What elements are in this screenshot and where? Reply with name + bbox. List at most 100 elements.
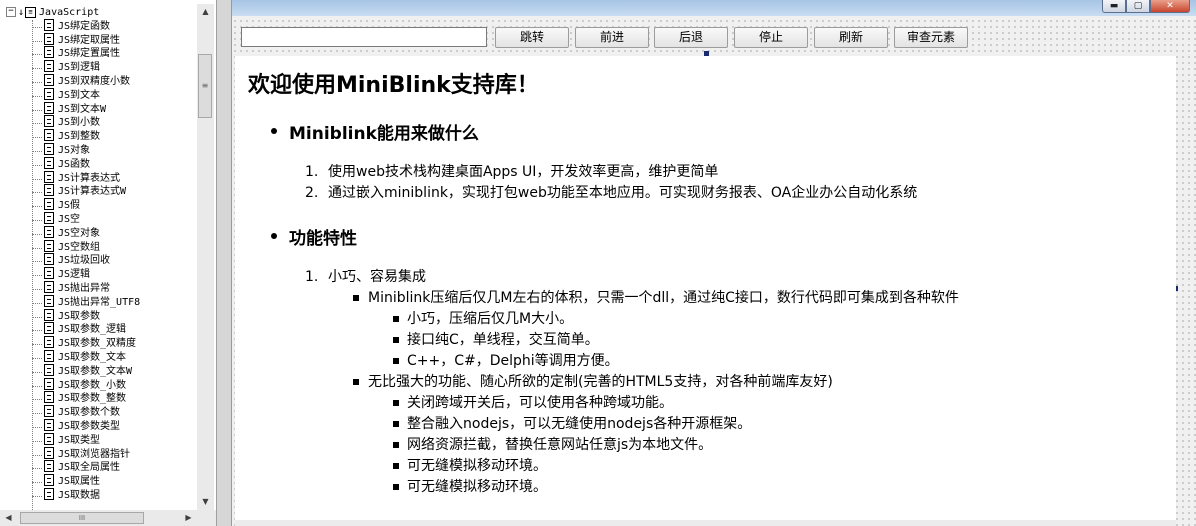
tree-item[interactable]: JS取全局属性 <box>0 460 196 475</box>
tree-item-label: JS逻辑 <box>58 269 91 281</box>
tree-item[interactable]: JS抛出异常_UTF8 <box>0 294 196 310</box>
tree-item[interactable]: JS取浏览器指针 <box>0 446 196 462</box>
tree-item[interactable]: JS空数组 <box>0 239 196 255</box>
tree-item-label: JS计算表达式W <box>58 186 127 198</box>
maximize-icon[interactable]: ▢ <box>1126 0 1150 13</box>
window-title-bar[interactable]: ▬ ▢ ✕ <box>232 0 1196 16</box>
tree-item[interactable]: JS到小数 <box>0 115 196 130</box>
tree-item[interactable]: JS函数 <box>0 156 196 172</box>
tree-item[interactable]: JS对象 <box>0 142 196 158</box>
tree-vertical-scroll-thumb[interactable]: ≡ <box>198 54 212 118</box>
tree-item[interactable]: JS到文本 <box>0 87 196 103</box>
document-icon <box>44 405 54 418</box>
tree-item-label: JS取参数_小数 <box>58 379 127 391</box>
document-icon <box>44 198 54 211</box>
list-item: 网络资源拦截，替换任意网站任意js为本地文件。 <box>407 437 713 453</box>
refresh-button[interactable]: 刷新 <box>814 27 888 48</box>
bullet-disc-icon <box>271 233 277 239</box>
inspect-element-button[interactable]: 审查元素 <box>894 27 968 48</box>
tree-item[interactable]: JS取参数类型 <box>0 418 196 434</box>
list-item: 可无缝模拟移动环境。 <box>407 479 547 495</box>
scroll-right-icon[interactable]: ▶ <box>180 510 197 526</box>
tree-item[interactable]: JS取参数_双精度 <box>0 336 196 351</box>
tree-item-label: JS取参数 <box>58 310 101 322</box>
tree-item[interactable]: JS逻辑 <box>0 267 196 282</box>
tree-item-label: JS假 <box>58 200 81 212</box>
tree-item[interactable]: JS取参数 <box>0 308 196 324</box>
tree-item[interactable]: JS假 <box>0 198 196 213</box>
list-item: Miniblink压缩后仅几M左右的体积，只需一个dll，通过纯C接口，数行代码… <box>368 290 959 306</box>
document-icon <box>44 432 54 445</box>
tree-item[interactable]: JS到双精度小数 <box>0 73 196 89</box>
tree-item[interactable]: JS抛出异常 <box>0 280 196 296</box>
tree-item[interactable]: JS取参数_小数 <box>0 377 196 393</box>
document-icon <box>44 487 54 500</box>
list-item: 整合融入nodejs，可以无缝使用nodejs各种开源框架。 <box>407 416 752 432</box>
tree-item[interactable]: JS取参数_整数 <box>0 391 196 406</box>
browser-horizontal-scrollbar[interactable] <box>235 520 1176 526</box>
tree-item-label: JS对象 <box>58 144 91 156</box>
tree-item[interactable]: JS绑定函数 <box>0 18 196 34</box>
document-icon <box>44 336 54 349</box>
document-icon <box>44 129 54 142</box>
tree-item[interactable]: JS取属性 <box>0 474 196 489</box>
document-icon <box>44 225 54 238</box>
tree-item-label: JS取属性 <box>58 476 101 488</box>
tree-item[interactable]: JS空 <box>0 211 196 227</box>
list-number: 1. <box>305 269 319 285</box>
forward-button[interactable]: 前进 <box>575 27 649 48</box>
scrollbar-corner <box>197 510 216 526</box>
tree-item[interactable]: JS到整数 <box>0 129 196 144</box>
tree-item[interactable]: JS取参数_文本 <box>0 349 196 365</box>
bullet-square-icon <box>393 316 399 322</box>
tree-horizontal-scroll-thumb[interactable]: III <box>20 512 144 524</box>
tree-item[interactable]: JS绑定取属性 <box>0 32 196 48</box>
tree-item-label: JS取浏览器指针 <box>58 448 131 460</box>
tree-item[interactable]: JS取数据 <box>0 487 196 503</box>
tree-item-label: JS绑定置属性 <box>58 48 121 60</box>
tree-item-label: JS空数组 <box>58 241 101 253</box>
document-icon <box>44 60 54 73</box>
stop-button[interactable]: 停止 <box>734 27 808 48</box>
tree-item[interactable]: JS绑定置属性 <box>0 46 196 61</box>
tree-item[interactable]: JS到逻辑 <box>0 60 196 75</box>
bullet-square-icon <box>353 379 359 385</box>
list-item: 使用web技术栈构建桌面Apps UI，开发效率更高，维护更简单 <box>328 164 719 180</box>
tree-root-javascript[interactable]: − ↓ ≡ JavaScript <box>0 6 196 20</box>
list-item: 可无缝模拟移动环境。 <box>407 458 547 474</box>
tree-item[interactable]: JS取参数_逻辑 <box>0 322 196 337</box>
tree-item[interactable]: JS取类型 <box>0 432 196 448</box>
document-icon <box>44 73 54 86</box>
url-input[interactable] <box>241 27 487 47</box>
scroll-up-icon[interactable]: ▲ <box>197 4 214 20</box>
tree-item-label: JS到文本W <box>58 103 107 115</box>
tree-horizontal-scrollbar[interactable]: ◀ III ▶ <box>0 510 197 526</box>
tree-item[interactable]: JS取参数_文本W <box>0 363 196 379</box>
tree-item[interactable]: JS垃圾回收 <box>0 253 196 268</box>
tree-vertical-scrollbar[interactable]: ▲ ≡ ▼ <box>197 4 214 510</box>
tree-item[interactable]: JS取参数个数 <box>0 405 196 420</box>
close-icon[interactable]: ✕ <box>1150 0 1190 13</box>
scroll-down-icon[interactable]: ▼ <box>197 494 214 510</box>
document-icon <box>44 87 54 100</box>
tree-item[interactable]: JS到文本W <box>0 101 196 117</box>
tree-item-label: JS取参数个数 <box>58 407 121 419</box>
list-number: 1. <box>305 164 319 180</box>
tree-item[interactable]: JS计算表达式W <box>0 184 196 199</box>
browser-view[interactable]: 欢迎使用MiniBlink支持库！ Miniblink能用来做什么 1. 使用w… <box>235 56 1176 520</box>
tree-item[interactable]: JS计算表达式 <box>0 170 196 186</box>
tree-item-label: JS绑定函数 <box>58 20 111 32</box>
document-icon <box>44 391 54 404</box>
back-button[interactable]: 后退 <box>654 27 728 48</box>
minimize-icon[interactable]: ▬ <box>1102 0 1126 13</box>
go-button[interactable]: 跳转 <box>495 27 569 48</box>
tree-item-label: JS空对象 <box>58 227 101 239</box>
document-icon <box>44 308 54 321</box>
scroll-left-icon[interactable]: ◀ <box>0 510 17 526</box>
tree-items: JS绑定函数 JS绑定取属性 JS绑定置属性 JS到逻辑 JS到双精度小数 JS到文本 JS… <box>0 18 196 503</box>
bullet-square-icon <box>353 295 359 301</box>
collapse-icon[interactable]: − <box>6 7 16 17</box>
code-tree-panel[interactable]: − ↓ ≡ JavaScript JS绑定函数 JS绑定取属性 JS绑定置属性 JS到逻辑 J… <box>0 0 217 526</box>
tree-item[interactable]: JS空对象 <box>0 225 196 241</box>
document-icon <box>44 418 54 431</box>
